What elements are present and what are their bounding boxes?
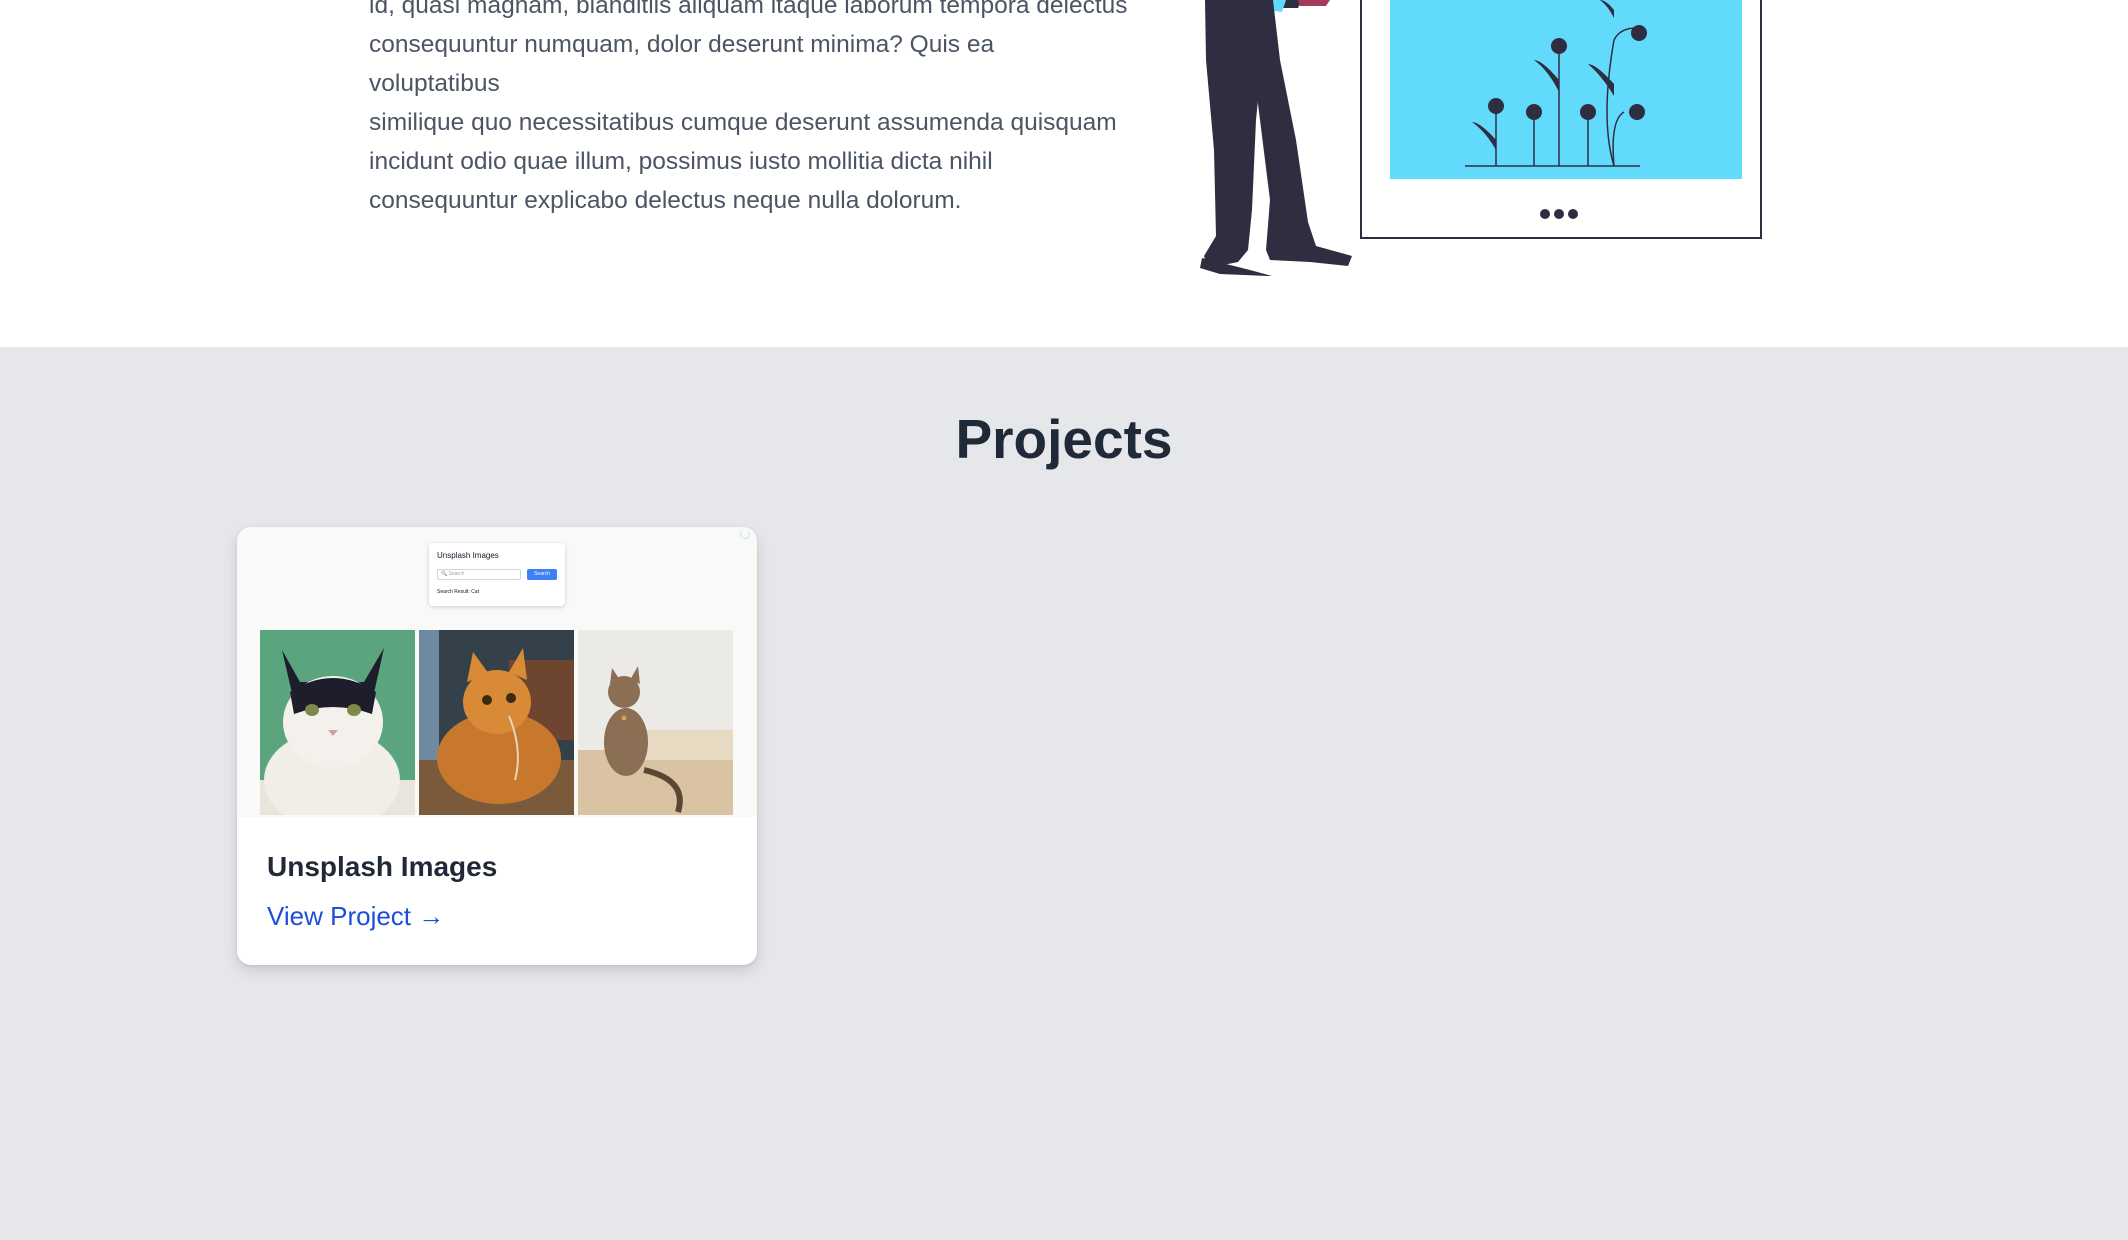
thumbnail-result-text: Search Result: Cat xyxy=(437,589,479,595)
view-project-link[interactable]: View Project → xyxy=(267,901,444,932)
about-line: consequuntur numquam, dolor deserunt min… xyxy=(369,31,995,97)
thumbnail-search-panel: Unsplash Images 🔍 Search Search Search R… xyxy=(429,543,565,606)
spinner-icon xyxy=(740,529,750,539)
about-section: id, quasi magnam, blanditiis aliquam ita… xyxy=(0,0,2128,347)
about-paragraph: id, quasi magnam, blanditiis aliquam ita… xyxy=(369,0,1129,220)
project-thumbnail: Unsplash Images 🔍 Search Search Search R… xyxy=(237,527,757,817)
project-title: Unsplash Images xyxy=(267,851,498,882)
cat-photo-black-white xyxy=(260,630,415,815)
about-line: incidunt odio quae illum, possimus iusto… xyxy=(369,148,993,175)
project-card[interactable]: Unsplash Images 🔍 Search Search Search R… xyxy=(237,527,757,965)
thumbnail-search-button: Search xyxy=(527,569,557,580)
thumbnail-search-input: 🔍 Search xyxy=(437,569,521,580)
cat-photo-tabby xyxy=(578,630,733,815)
projects-heading: Projects xyxy=(955,408,1173,470)
cat-photo-orange xyxy=(419,630,574,815)
about-line: consequuntur explicabo delectus neque nu… xyxy=(369,187,962,214)
about-line: similique quo necessitatibus cumque dese… xyxy=(369,109,1117,136)
about-line: id, quasi magnam, blanditiis aliquam ita… xyxy=(369,0,1128,19)
person-with-frame-illustration xyxy=(1200,0,1762,276)
thumbnail-panel-title: Unsplash Images xyxy=(437,551,499,560)
projects-section: Projects Unsplash Images 🔍 Search Search… xyxy=(0,347,2128,1240)
